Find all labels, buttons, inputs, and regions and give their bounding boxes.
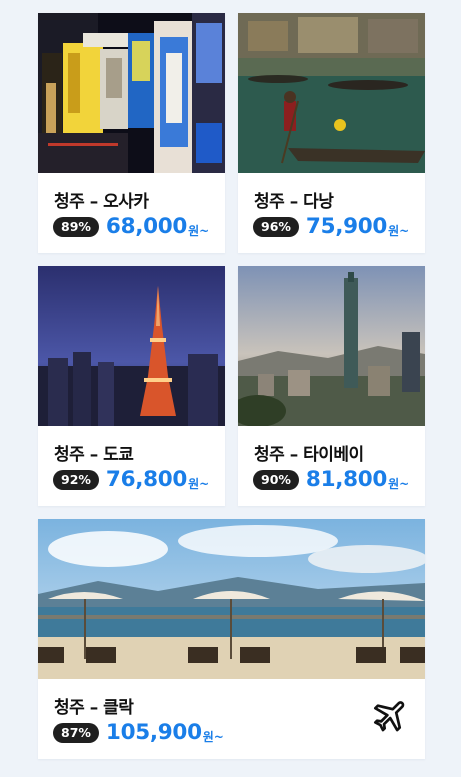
deal-route: 청주 – 클락 — [54, 698, 134, 718]
deal-price: 76,800 — [105, 467, 188, 492]
deal-image-danang — [238, 13, 425, 173]
deal-image-clark — [38, 519, 425, 679]
deal-card-danang[interactable]: 청주 – 다낭 96% 75,900 원~ — [238, 13, 425, 253]
discount-badge: 92% — [53, 469, 99, 490]
price-suffix: 원~ — [188, 223, 210, 238]
deal-image-tokyo — [38, 266, 225, 426]
deal-route: 청주 – 도쿄 — [54, 445, 134, 465]
deal-route: 청주 – 오사카 — [54, 192, 149, 212]
discount-badge: 90% — [253, 469, 299, 490]
deal-price: 75,900 — [305, 214, 388, 239]
deal-price: 105,900 — [105, 720, 202, 745]
price-suffix: 원~ — [202, 729, 224, 744]
deal-route: 청주 – 타이베이 — [254, 445, 364, 465]
deal-price-row: 87% 105,900 원~ — [53, 720, 224, 745]
discount-badge: 96% — [253, 216, 299, 237]
deal-image-osaka — [38, 13, 225, 173]
price-suffix: 원~ — [188, 476, 210, 491]
deal-price: 81,800 — [305, 467, 388, 492]
deal-card-taipei[interactable]: 청주 – 타이베이 90% 81,800 원~ — [238, 266, 425, 506]
deal-price-row: 90% 81,800 원~ — [253, 467, 409, 492]
deal-card-tokyo[interactable]: 청주 – 도쿄 92% 76,800 원~ — [38, 266, 225, 506]
discount-badge: 89% — [53, 216, 99, 237]
price-suffix: 원~ — [388, 476, 410, 491]
price-suffix: 원~ — [388, 223, 410, 238]
deal-card-clark[interactable]: 청주 – 클락 87% 105,900 원~ — [38, 519, 425, 759]
deal-price-row: 96% 75,900 원~ — [253, 214, 409, 239]
deal-image-taipei — [238, 266, 425, 426]
deal-price-row: 89% 68,000 원~ — [53, 214, 209, 239]
discount-badge: 87% — [53, 722, 99, 743]
deal-route: 청주 – 다낭 — [254, 192, 334, 212]
deal-card-osaka[interactable]: 청주 – 오사카 89% 68,000 원~ — [38, 13, 225, 253]
airplane-icon[interactable] — [369, 700, 407, 738]
deal-price-row: 92% 76,800 원~ — [53, 467, 209, 492]
deal-price: 68,000 — [105, 214, 188, 239]
